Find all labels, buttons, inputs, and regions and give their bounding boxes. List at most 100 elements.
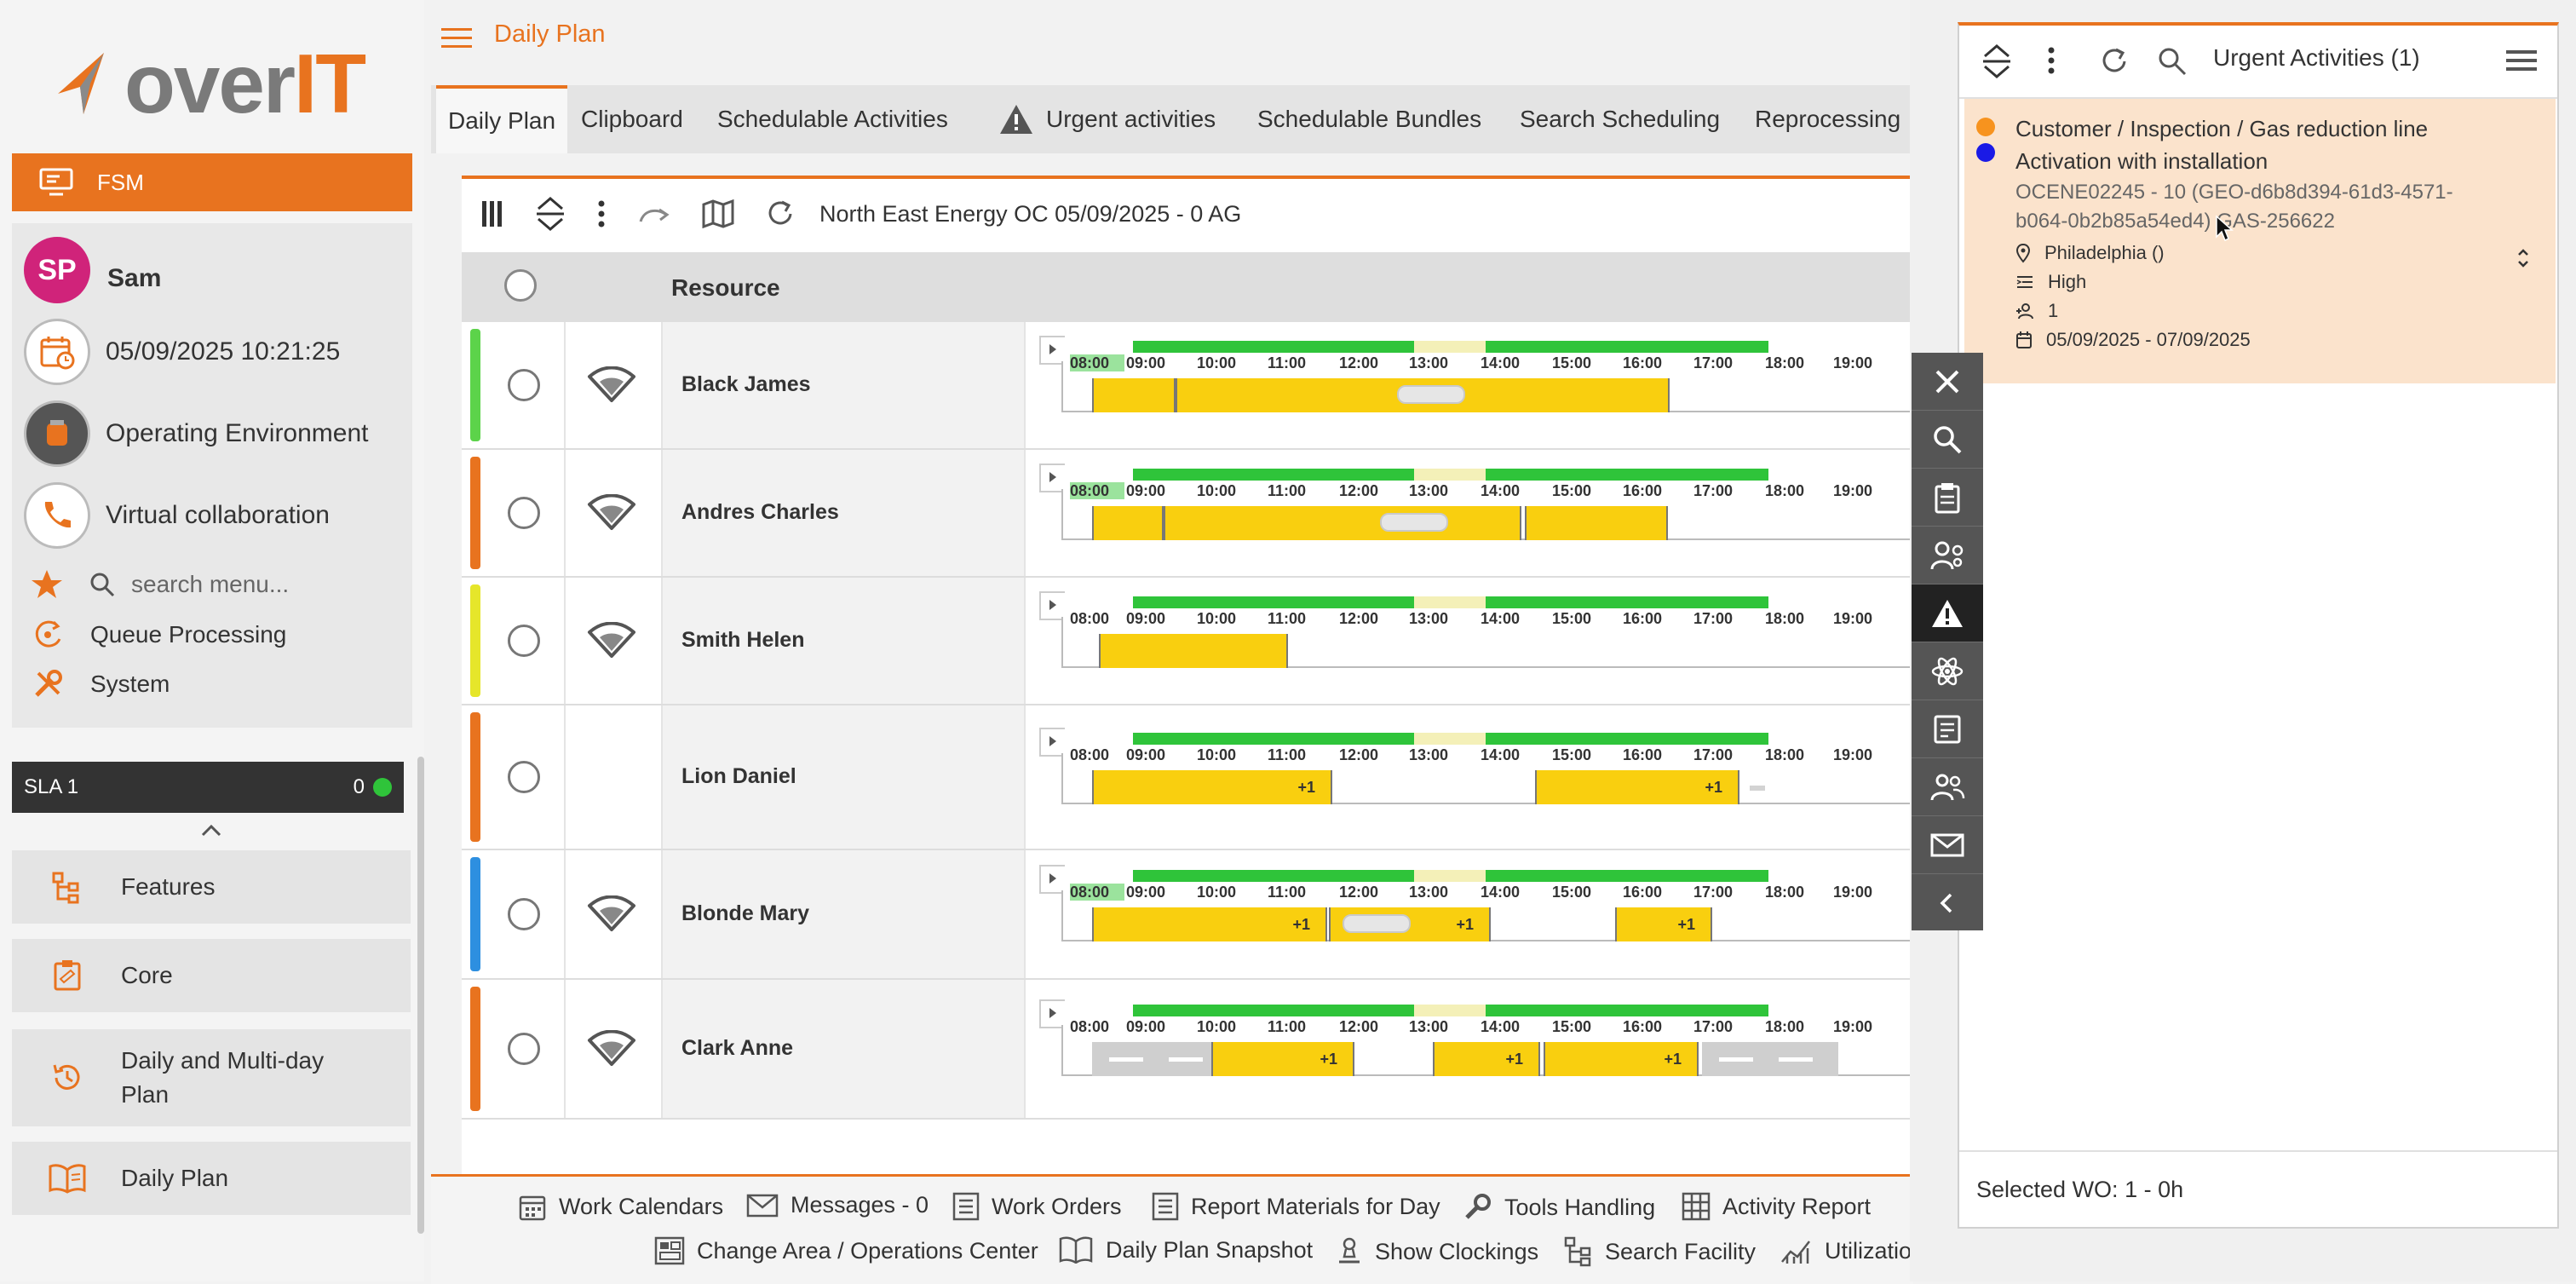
resource-timeline[interactable]: 08:00 09:00 10:00 11:00 12:00 13:00 14:00 15:00… <box>1039 464 1910 554</box>
resource-name[interactable]: Andres Charles <box>681 500 839 525</box>
row-select-radio[interactable] <box>508 1033 540 1065</box>
expand-collapse-icon[interactable] <box>535 197 566 231</box>
search-icon[interactable] <box>2157 46 2188 77</box>
resource-timeline[interactable]: 08:00 09:00 10:00 11:00 12:00 13:00 14:00 15:00… <box>1039 728 1910 818</box>
operating-env-row[interactable]: Operating Environment <box>24 400 369 467</box>
map-icon[interactable] <box>702 199 734 228</box>
list-menu-icon[interactable] <box>2504 48 2539 73</box>
table-row[interactable]: Andres Charles 08:00 09:00 10:00 11:00 12:00 1… <box>462 450 1910 578</box>
hour-tick-label: 12:00 <box>1339 482 1379 499</box>
tools-handling-button[interactable]: Tools Handling <box>1462 1192 1655 1223</box>
warning-icon[interactable] <box>1912 584 1983 642</box>
activity-segment[interactable] <box>1092 506 1164 540</box>
utilization-button[interactable]: Utilization <box>1780 1236 1924 1265</box>
resource-name[interactable]: Smith Helen <box>681 628 804 653</box>
messages-button[interactable]: Messages - 0 <box>746 1192 929 1218</box>
activity-segment[interactable]: +1 <box>1433 1042 1540 1076</box>
resource-timeline[interactable]: 08:00 09:00 10:00 11:00 12:00 13:00 14:00 15:00… <box>1039 591 1910 682</box>
system-item[interactable]: System <box>31 668 170 700</box>
hamburger-menu-icon[interactable] <box>440 26 474 51</box>
bottom-item-label: Report Materials for Day <box>1191 1193 1440 1219</box>
datetime-row[interactable]: 05/09/2025 10:21:25 <box>24 319 340 385</box>
daily-plan-snapshot-button[interactable]: Daily Plan Snapshot <box>1058 1236 1313 1264</box>
chevron-left-icon[interactable] <box>1912 874 1983 932</box>
tab-schedulable-bundles[interactable]: Schedulable Bundles <box>1257 85 1481 153</box>
star-icon[interactable] <box>31 569 63 600</box>
search-menu-input[interactable]: search menu... <box>131 571 289 598</box>
urgent-activity-card[interactable]: Customer / Inspection / Gas reduction li… <box>1964 99 2556 383</box>
tab-schedulable-activities[interactable]: Schedulable Activities <box>717 85 948 153</box>
more-vertical-icon[interactable] <box>596 199 607 228</box>
row-select-radio[interactable] <box>508 898 540 930</box>
search-icon[interactable] <box>1912 411 1983 469</box>
resource-column-header[interactable]: Resource <box>671 274 780 302</box>
chevron-up-icon[interactable] <box>194 815 228 845</box>
activity-segment[interactable]: +1 <box>1615 907 1712 941</box>
fsm-module-bar[interactable]: FSM <box>12 153 412 211</box>
menu-tile-features[interactable]: Features <box>12 850 411 924</box>
form-icon[interactable] <box>1912 700 1983 758</box>
activity-segment[interactable]: +1 <box>1092 770 1332 804</box>
row-select-radio[interactable] <box>508 625 540 657</box>
table-row[interactable]: Black James 08:00 09:00 10:00 11:00 12:00 13:0… <box>462 322 1910 450</box>
menu-search-row[interactable]: search menu... <box>31 569 289 600</box>
tab-clipboard[interactable]: Clipboard <box>581 85 683 153</box>
show-clockings-button[interactable]: Show Clockings <box>1336 1236 1538 1267</box>
menu-tile-core[interactable]: Core <box>12 939 411 1012</box>
expand-collapse-icon[interactable] <box>1981 44 2012 78</box>
activity-segment[interactable]: +1 <box>1535 770 1739 804</box>
table-row[interactable]: Clark Anne 08:00 09:00 10:00 11:00 12:00 13:00… <box>462 980 1910 1120</box>
activity-segment[interactable] <box>1092 378 1176 412</box>
tab-daily-plan[interactable]: Daily Plan <box>436 85 568 153</box>
mail-icon[interactable] <box>1912 816 1983 874</box>
work-calendars-button[interactable]: Work Calendars <box>518 1192 723 1221</box>
queue-processing-item[interactable]: Queue Processing <box>31 619 286 651</box>
resource-timeline[interactable]: 08:00 09:00 10:00 11:00 12:00 13:00 14:00 15:00… <box>1039 865 1910 955</box>
table-row[interactable]: Lion Daniel 08:00 09:00 10:00 11:00 12:00 13:0… <box>462 705 1910 850</box>
row-select-radio[interactable] <box>508 761 540 793</box>
sidebar-scrollbar[interactable] <box>417 757 424 1234</box>
select-all-radio[interactable] <box>504 269 537 302</box>
row-select-radio[interactable] <box>508 497 540 529</box>
tab-urgent-activities[interactable]: Urgent activities <box>998 85 1216 153</box>
hour-tick-label: 14:00 <box>1481 354 1521 371</box>
refresh-icon[interactable] <box>765 199 796 229</box>
activity-segment[interactable] <box>1525 506 1668 540</box>
redo-icon[interactable] <box>637 201 671 227</box>
atom-icon[interactable] <box>1912 642 1983 700</box>
virtual-collab-row[interactable]: Virtual collaboration <box>24 482 330 549</box>
tab-search-scheduling[interactable]: Search Scheduling <box>1520 85 1720 153</box>
more-vertical-icon[interactable] <box>2046 46 2056 75</box>
clipboard-icon[interactable] <box>1912 469 1983 527</box>
table-row[interactable]: Smith Helen 08:00 09:00 10:00 11:00 12:00 13:0… <box>462 578 1910 705</box>
close-icon[interactable] <box>1912 353 1983 411</box>
menu-tile-daily-plan[interactable]: Daily Plan <box>12 1142 411 1215</box>
row-select-radio[interactable] <box>508 369 540 401</box>
table-row[interactable]: Blonde Mary 08:00 09:00 10:00 11:00 12:00 13:0… <box>462 850 1910 980</box>
user-row[interactable]: SP Sam <box>24 237 161 303</box>
work-orders-button[interactable]: Work Orders <box>952 1192 1122 1221</box>
sort-chevrons-icon[interactable] <box>2515 245 2532 271</box>
resource-timeline[interactable]: 08:00 09:00 10:00 11:00 12:00 13:00 14:00 15:00… <box>1039 999 1910 1090</box>
menu-tile-daily-multi-day-plan[interactable]: Daily and Multi-day Plan <box>12 1029 411 1126</box>
activity-report-button[interactable]: Activity Report <box>1682 1192 1871 1221</box>
activity-segment[interactable] <box>1164 506 1521 540</box>
refresh-icon[interactable] <box>2099 46 2130 77</box>
resource-name[interactable]: Lion Daniel <box>681 764 796 789</box>
resource-name[interactable]: Blonde Mary <box>681 901 809 926</box>
resource-name[interactable]: Clark Anne <box>681 1036 793 1061</box>
activity-segment[interactable] <box>1099 634 1288 668</box>
resource-name[interactable]: Black James <box>681 372 811 397</box>
activity-segment[interactable]: +1 <box>1092 907 1327 941</box>
resource-timeline[interactable]: 08:00 09:00 10:00 11:00 12:00 13:00 14:00 15:00… <box>1039 336 1910 426</box>
columns-icon[interactable] <box>480 199 504 228</box>
tab-reprocessing[interactable]: Reprocessing <box>1755 85 1900 153</box>
activity-segment[interactable]: +1 <box>1211 1042 1354 1076</box>
technician-settings-icon[interactable] <box>1912 527 1983 584</box>
team-icon[interactable] <box>1912 758 1983 816</box>
search-facility-button[interactable]: Search Facility <box>1564 1236 1756 1267</box>
change-area-button[interactable]: Change Area / Operations Center <box>654 1236 1038 1265</box>
report-materials-button[interactable]: Report Materials for Day <box>1152 1192 1440 1221</box>
activity-segment[interactable]: +1 <box>1544 1042 1699 1076</box>
sla-bar[interactable]: SLA 1 0 <box>12 762 404 813</box>
